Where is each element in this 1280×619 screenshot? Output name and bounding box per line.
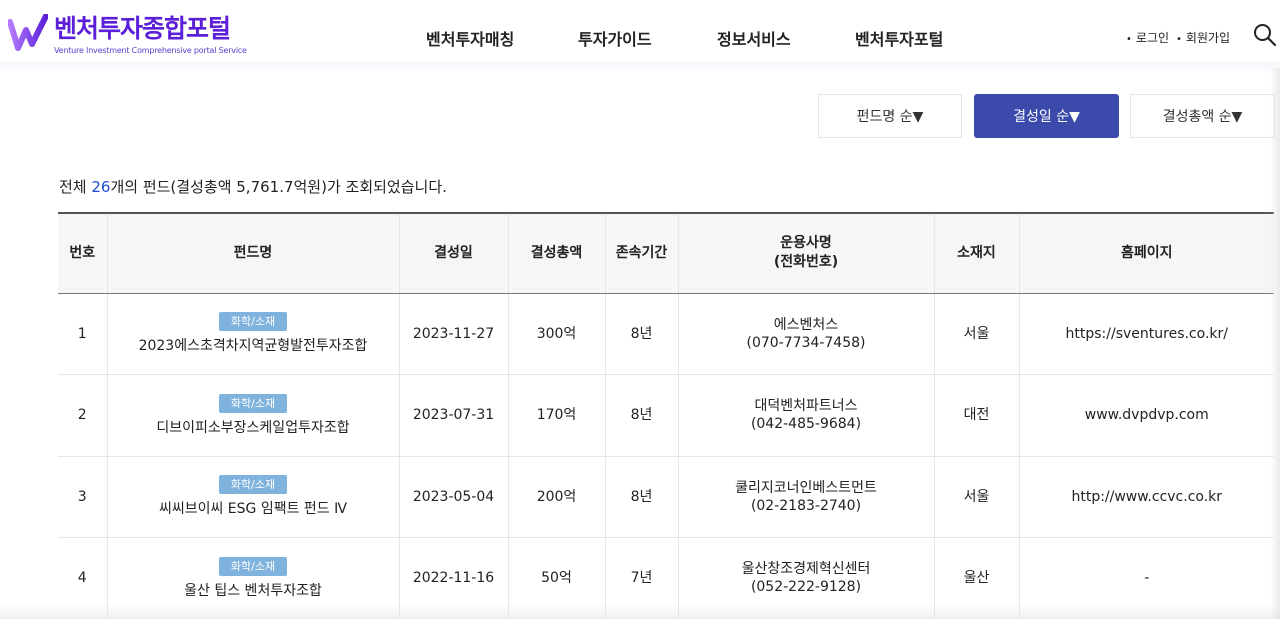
manager-name: 에스벤처스: [773, 316, 839, 333]
homepage-link[interactable]: www.dvpdvp.com: [1085, 407, 1209, 423]
cell-date: 2023-07-31: [399, 374, 509, 457]
cell-date: 2023-11-27: [399, 293, 509, 375]
cell-homepage[interactable]: www.dvpdvp.com: [1019, 374, 1274, 457]
cell-manager: 쿨리지코너인베스트먼트 (02-2183-2740): [678, 456, 935, 538]
cell-no: 3: [58, 456, 108, 538]
header-duration: 존속기간: [605, 212, 679, 294]
manager-phone: (042-485-9684): [750, 416, 862, 433]
cell-name[interactable]: 화학/소재씨씨브이씨 ESG 임팩트 펀드 Ⅳ: [107, 456, 400, 538]
cell-no: 4: [58, 537, 108, 619]
cell-manager: 울산창조경제혁신센터 (052-222-9128): [678, 537, 935, 619]
fund-name-link[interactable]: 2023에스초격차지역균형발전투자조합: [108, 337, 399, 355]
manager-name: 울산창조경제혁신센터: [741, 561, 871, 578]
header-name: 펀드명: [107, 212, 400, 294]
cell-location: 대전: [934, 374, 1020, 457]
cell-amount: 200억: [508, 456, 606, 538]
manager-phone: (052-222-9128): [750, 579, 862, 596]
sort-by-date-button[interactable]: 결성일 순▼: [974, 94, 1119, 138]
cell-homepage[interactable]: -: [1019, 537, 1274, 619]
search-icon[interactable]: [1252, 22, 1278, 48]
sort-by-amount-button[interactable]: 결성총액 순▼: [1130, 94, 1275, 138]
category-badge: 화학/소재: [218, 312, 288, 332]
cell-homepage[interactable]: https://sventures.co.kr/: [1019, 293, 1274, 375]
fund-table-container: 번호 펀드명 결성일 결성총액 존속기간 운용사명 (전화번호) 소재지 홈페이지…: [58, 212, 1274, 619]
header-manager-line2: (전화번호): [773, 254, 839, 271]
cell-no: 2: [58, 374, 108, 457]
header-manager-line1: 운용사명: [780, 235, 832, 252]
manager-phone: (070-7734-7458): [746, 334, 866, 351]
homepage-link[interactable]: -: [1144, 570, 1149, 586]
nav-info-service[interactable]: 정보서비스: [717, 26, 791, 50]
cell-duration: 7년: [605, 537, 679, 619]
cell-name[interactable]: 화학/소재 2023에스초격차지역균형발전투자조합: [107, 293, 400, 375]
cell-location: 울산: [934, 537, 1020, 619]
table-row[interactable]: 2 화학/소재디브이피소부장스케일업투자조합 2023-07-31 170억 8…: [58, 374, 1274, 457]
cell-location: 서울: [934, 456, 1020, 538]
cell-duration: 8년: [605, 456, 679, 538]
page-scrollbar-track[interactable]: [1270, 68, 1280, 619]
fund-name-link[interactable]: 울산 팁스 벤처투자조합: [108, 582, 399, 600]
result-summary: 전체 26개의 펀드(결성총액 5,761.7억원)가 조회되었습니다.: [59, 176, 447, 197]
cell-duration: 8년: [605, 293, 679, 375]
manager-name: 대덕벤처파트너스: [754, 398, 858, 415]
table-row[interactable]: 1 화학/소재 2023에스초격차지역균형발전투자조합 2023-11-27 30…: [58, 293, 1274, 375]
cell-amount: 50억: [508, 537, 606, 619]
header-shadow: [0, 62, 1280, 74]
header-location: 소재지: [934, 212, 1020, 294]
homepage-link[interactable]: http://www.ccvc.co.kr: [1071, 489, 1222, 505]
fund-table: 번호 펀드명 결성일 결성총액 존속기간 운용사명 (전화번호) 소재지 홈페이지…: [58, 212, 1274, 619]
cell-name[interactable]: 화학/소재울산 팁스 벤처투자조합: [107, 537, 400, 619]
category-badge: 화학/소재: [218, 475, 288, 495]
summary-suffix: 개의 펀드(결성총액 5,761.7억원)가 조회되었습니다.: [110, 178, 447, 196]
header-date: 결성일: [399, 212, 509, 294]
table-row[interactable]: 4 화학/소재울산 팁스 벤처투자조합 2022-11-16 50억 7년 울산…: [58, 537, 1274, 619]
header-no: 번호: [58, 212, 108, 294]
summary-prefix: 전체: [59, 178, 92, 196]
nav-invest-guide[interactable]: 투자가이드: [578, 26, 652, 50]
homepage-link[interactable]: https://sventures.co.kr/: [1066, 326, 1228, 342]
manager-phone: (02-2183-2740): [750, 497, 862, 514]
category-badge: 화학/소재: [218, 556, 288, 576]
cell-name[interactable]: 화학/소재디브이피소부장스케일업투자조합: [107, 374, 400, 457]
cell-manager: 에스벤처스 (070-7734-7458): [678, 293, 935, 375]
header-amount: 결성총액: [508, 212, 606, 294]
login-link[interactable]: 로그인: [1126, 29, 1169, 46]
nav-venture-portal[interactable]: 벤처투자포털: [855, 26, 943, 50]
cell-location: 서울: [934, 293, 1020, 375]
cell-date: 2023-05-04: [399, 456, 509, 538]
fund-name-link[interactable]: 디브이피소부장스케일업투자조합: [108, 419, 399, 437]
category-badge: 화학/소재: [218, 393, 288, 413]
result-count: 26: [91, 178, 111, 196]
cell-no: 1: [58, 293, 108, 375]
header-manager: 운용사명 (전화번호): [678, 212, 935, 294]
cell-manager: 대덕벤처파트너스 (042-485-9684): [678, 374, 935, 457]
header-homepage: 홈페이지: [1019, 212, 1274, 294]
sort-by-name-button[interactable]: 펀드명 순▼: [818, 94, 962, 138]
cell-amount: 170억: [508, 374, 606, 457]
signup-link[interactable]: 회원가입: [1176, 29, 1230, 46]
fund-name-link[interactable]: 씨씨브이씨 ESG 임팩트 펀드 Ⅳ: [108, 500, 399, 518]
table-row[interactable]: 3 화학/소재씨씨브이씨 ESG 임팩트 펀드 Ⅳ 2023-05-04 200…: [58, 456, 1274, 538]
table-header-row: 번호 펀드명 결성일 결성총액 존속기간 운용사명 (전화번호) 소재지 홈페이지: [58, 212, 1274, 294]
manager-name: 쿨리지코너인베스트먼트: [735, 479, 877, 496]
cell-amount: 300억: [508, 293, 606, 375]
main-nav: 벤처투자매칭 투자가이드 정보서비스 벤처투자포털: [0, 26, 1280, 49]
cell-duration: 8년: [605, 374, 679, 457]
nav-venture-matching[interactable]: 벤처투자매칭: [426, 26, 514, 50]
cell-date: 2022-11-16: [399, 537, 509, 619]
cell-homepage[interactable]: http://www.ccvc.co.kr: [1019, 456, 1274, 538]
logo-subtitle: Venture Investment Comprehensive portal …: [54, 46, 247, 55]
